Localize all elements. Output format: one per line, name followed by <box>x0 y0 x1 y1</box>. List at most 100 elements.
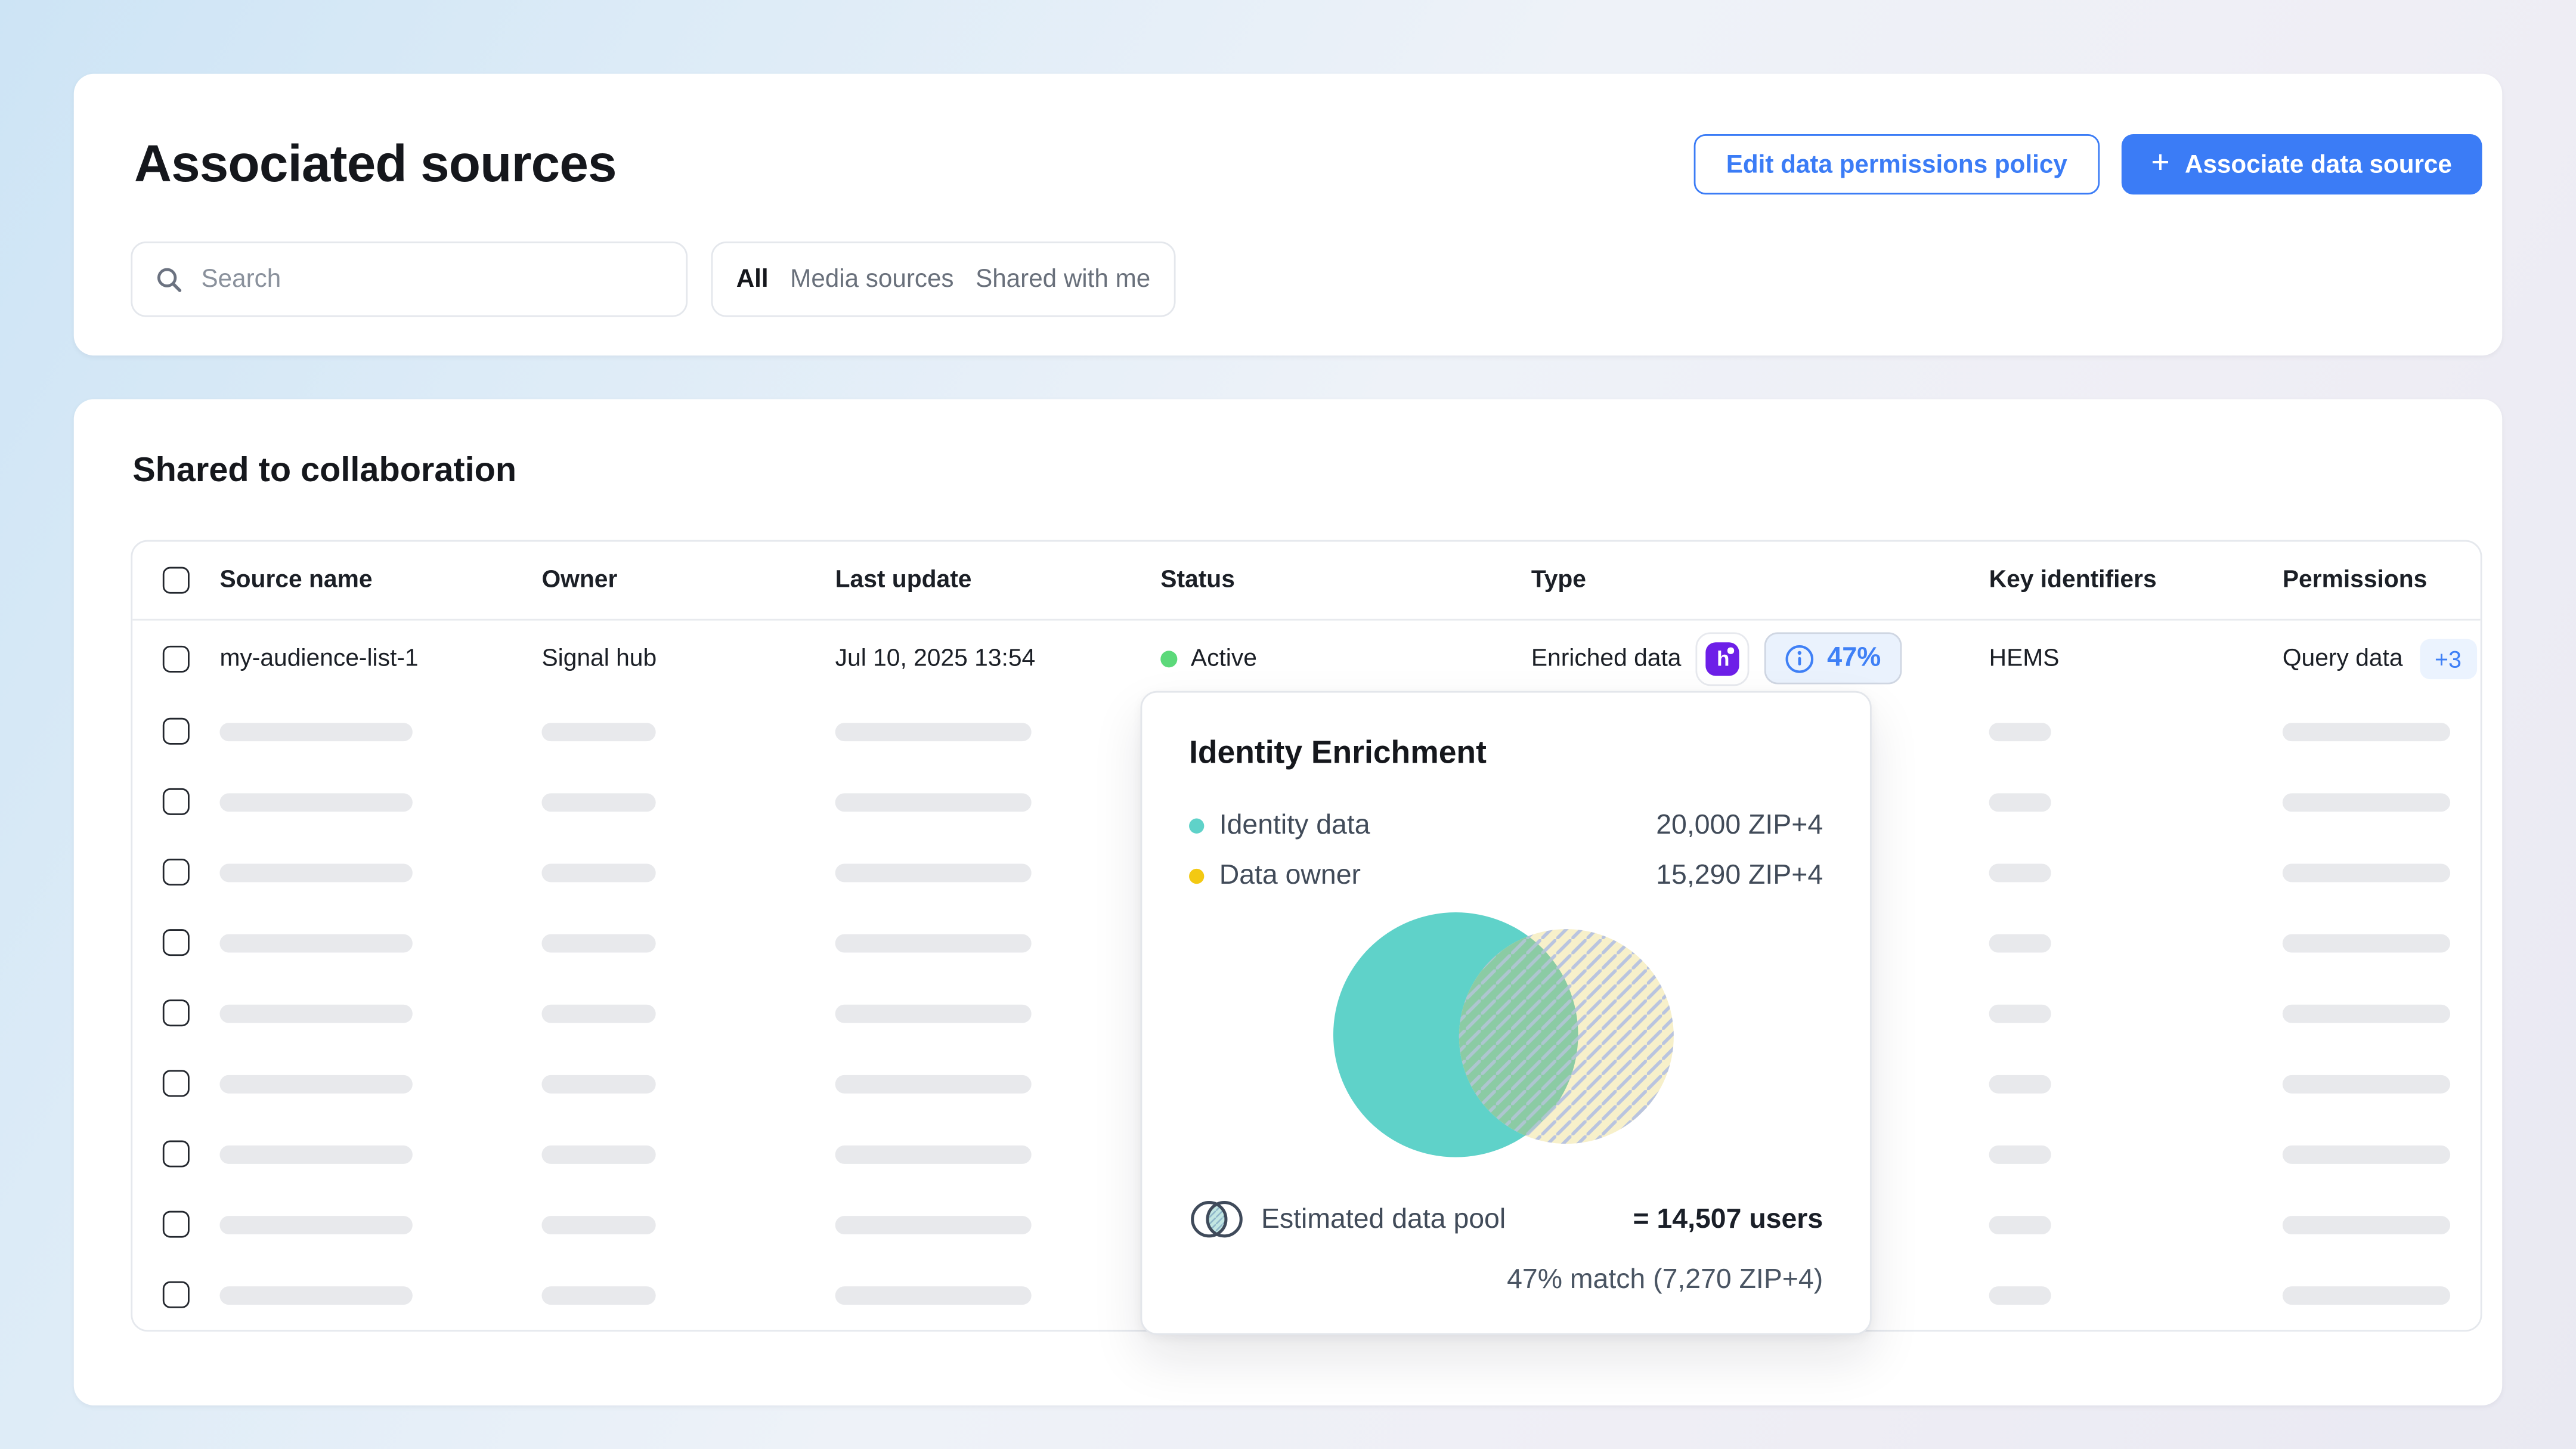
col-permissions: Permissions <box>2283 567 2481 594</box>
skeleton-bar <box>219 863 412 881</box>
legend-identity-label: Identity data <box>1219 810 1370 841</box>
col-last-update: Last update <box>835 567 1161 594</box>
page-title: Associated sources <box>134 134 617 194</box>
skeleton-bar <box>835 1215 1032 1234</box>
col-status: Status <box>1160 567 1531 594</box>
row-checkbox[interactable] <box>163 1211 190 1238</box>
associate-source-label: Associate data source <box>2185 150 2452 179</box>
row-checkbox[interactable] <box>163 1141 190 1168</box>
skeleton-bar <box>2283 1215 2450 1234</box>
skeleton-bar <box>219 933 412 952</box>
row-checkbox[interactable] <box>163 859 190 886</box>
skeleton-bar <box>835 1145 1032 1163</box>
filter-tabs: All Media sources Shared with me <box>711 242 1176 317</box>
match-percent-chip[interactable]: 47% <box>1765 632 1901 684</box>
col-owner: Owner <box>541 567 835 594</box>
skeleton-bar <box>1989 863 2051 881</box>
status-active-dot-icon <box>1160 650 1177 667</box>
edit-permissions-label: Edit data permissions policy <box>1726 150 2067 179</box>
skeleton-bar <box>541 863 655 881</box>
table-row[interactable]: my-audience-list-1 Signal hub Jul 10, 20… <box>132 621 2481 696</box>
identity-enrichment-popover: Identity Enrichment Identity data 20,000… <box>1141 691 1872 1335</box>
skeleton-bar <box>219 792 412 811</box>
owner-cell: Signal hub <box>541 645 835 671</box>
skeleton-bar <box>1989 722 2051 741</box>
legend-owner-label: Data owner <box>1219 860 1361 892</box>
row-checkbox[interactable] <box>163 788 190 815</box>
skeleton-bar <box>835 792 1032 811</box>
skeleton-bar <box>2283 722 2450 741</box>
skeleton-bar <box>835 722 1032 741</box>
tab-media-sources[interactable]: Media sources <box>790 265 953 293</box>
skeleton-bar <box>835 933 1032 952</box>
legend-data-owner: Data owner 15,290 ZIP+4 <box>1189 860 1823 892</box>
associate-source-button[interactable]: + Associate data source <box>2121 134 2482 194</box>
skeleton-bar <box>1989 1286 2051 1304</box>
skeleton-bar <box>219 1145 412 1163</box>
skeleton-bar <box>2283 792 2450 811</box>
page: Associated sources Edit data permissions… <box>0 0 2576 1449</box>
permissions-cell: Query data +3 <box>2283 638 2481 679</box>
skeleton-bar <box>1989 1215 2051 1234</box>
legend-identity-data: Identity data 20,000 ZIP+4 <box>1189 810 1823 841</box>
skeleton-bar <box>1989 933 2051 952</box>
skeleton-bar <box>541 1074 655 1092</box>
estimated-pool-value: = 14,507 users <box>1633 1203 1823 1235</box>
row-checkbox[interactable] <box>163 718 190 745</box>
permissions-label: Query data <box>2283 645 2403 671</box>
skeleton-bar <box>1989 1004 2051 1022</box>
enriched-data-logo-pill: h <box>1696 631 1750 685</box>
row-checkbox[interactable] <box>163 1281 190 1308</box>
row-checkbox[interactable] <box>163 1070 190 1097</box>
type-label: Enriched data <box>1531 645 1682 671</box>
skeleton-bar <box>2283 1286 2450 1304</box>
popover-legend: Identity data 20,000 ZIP+4 Data owner 15… <box>1189 810 1823 892</box>
skeleton-bar <box>1989 1074 2051 1092</box>
venn-diagram <box>1330 909 1682 1164</box>
row-checkbox[interactable] <box>163 929 190 956</box>
info-icon <box>1785 643 1816 674</box>
row-checkbox[interactable] <box>163 999 190 1026</box>
skeleton-bar <box>219 722 412 741</box>
estimated-pool-row: Estimated data pool = 14,507 users <box>1189 1197 1823 1241</box>
row-checkbox[interactable] <box>163 645 190 671</box>
header-card: Associated sources Edit data permissions… <box>74 74 2503 356</box>
col-source-name: Source name <box>219 567 541 594</box>
type-cell: Enriched data h 47% <box>1531 631 1989 685</box>
skeleton-bar <box>541 1286 655 1304</box>
skeleton-bar <box>541 1004 655 1022</box>
permissions-extra-chip[interactable]: +3 <box>2420 638 2477 679</box>
col-type: Type <box>1531 567 1989 594</box>
estimated-pool-label: Estimated data pool <box>1261 1203 1506 1235</box>
search-input[interactable] <box>198 264 662 295</box>
plus-icon: + <box>2151 147 2169 178</box>
search-icon <box>156 266 183 293</box>
skeleton-bar <box>2283 1074 2450 1092</box>
tab-shared-with-me[interactable]: Shared with me <box>976 265 1150 293</box>
select-all-checkbox[interactable] <box>163 567 190 594</box>
last-update-cell: Jul 10, 2025 13:54 <box>835 645 1161 671</box>
skeleton-bar <box>1989 1145 2051 1163</box>
header-actions: Edit data permissions policy + Associate… <box>1694 134 2482 194</box>
search-box[interactable] <box>131 242 688 317</box>
tab-all[interactable]: All <box>736 265 769 293</box>
skeleton-bar <box>541 792 655 811</box>
skeleton-bar <box>835 863 1032 881</box>
popover-title: Identity Enrichment <box>1189 736 1823 773</box>
edit-permissions-button[interactable]: Edit data permissions policy <box>1694 134 2099 194</box>
skeleton-bar <box>219 1074 412 1092</box>
skeleton-bar <box>219 1286 412 1304</box>
skeleton-bar <box>835 1004 1032 1022</box>
table-header-row: Source name Owner Last update Status Typ… <box>132 541 2481 620</box>
skeleton-bar <box>2283 863 2450 881</box>
search-filter-row: All Media sources Shared with me <box>131 242 1175 317</box>
col-key-identifiers: Key identifiers <box>1989 567 2283 594</box>
skeleton-bar <box>2283 1145 2450 1163</box>
yellow-dot-icon <box>1189 869 1204 884</box>
skeleton-bar <box>2283 933 2450 952</box>
skeleton-bar <box>219 1215 412 1234</box>
key-identifiers-cell: HEMS <box>1989 645 2283 671</box>
skeleton-bar <box>835 1074 1032 1092</box>
match-detail: 47% match (7,270 ZIP+4) <box>1189 1265 1823 1296</box>
legend-identity-value: 20,000 ZIP+4 <box>1656 810 1823 841</box>
